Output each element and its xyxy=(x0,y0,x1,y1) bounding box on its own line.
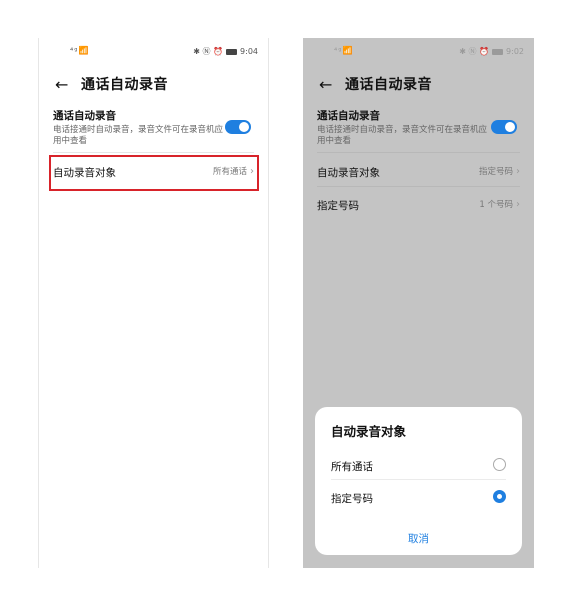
auto-record-setting[interactable]: 通话自动录音 电话接通时自动录音，录音文件可在录音机应用中查看 xyxy=(317,108,520,147)
header: ← 通话自动录音 xyxy=(319,74,432,94)
option-all-calls[interactable]: 所有通话 xyxy=(331,458,506,474)
page-title: 通话自动录音 xyxy=(345,77,432,93)
signal-icon: ⁴ᵍ📶 xyxy=(334,46,354,55)
status-bar: ⁴ᵍ📶 ✱ Ⓝ ⏰ 9:02 xyxy=(313,46,524,58)
highlight-box xyxy=(49,155,259,191)
divider xyxy=(317,186,520,187)
divider xyxy=(53,152,254,153)
auto-record-description: 电话接通时自动录音，录音文件可在录音机应用中查看 xyxy=(317,125,488,146)
status-time: 9:04 xyxy=(240,47,258,56)
back-arrow-icon[interactable]: ← xyxy=(319,75,341,94)
target-picker-sheet: 自动录音对象 所有通话 指定号码 取消 xyxy=(315,407,522,555)
chevron-right-icon: › xyxy=(516,199,520,210)
auto-record-label: 通话自动录音 xyxy=(53,110,116,122)
target-value: 指定号码 xyxy=(478,167,513,177)
status-bar: ⁴ᵍ📶 ✱ Ⓝ ⏰ 9:04 xyxy=(49,46,258,58)
settings-screen: ⁴ᵍ📶 ✱ Ⓝ ⏰ 9:04 ← 通话自动录音 通话自动录音 电话接通时自动录音… xyxy=(38,38,269,568)
chevron-right-icon: › xyxy=(516,166,520,177)
radio-unselected-icon[interactable] xyxy=(493,458,506,471)
battery-icon xyxy=(492,48,504,55)
auto-record-label: 通话自动录音 xyxy=(317,110,380,122)
option-specified-numbers[interactable]: 指定号码 xyxy=(331,490,506,506)
sheet-title: 自动录音对象 xyxy=(331,424,407,439)
cancel-button[interactable]: 取消 xyxy=(315,531,522,546)
auto-record-toggle[interactable] xyxy=(491,120,517,134)
numbers-value: 1 个号码 xyxy=(479,200,513,210)
status-icons: ✱ Ⓝ ⏰ xyxy=(459,47,490,56)
auto-record-setting[interactable]: 通话自动录音 电话接通时自动录音，录音文件可在录音机应用中查看 xyxy=(53,108,254,147)
status-time: 9:02 xyxy=(506,47,524,56)
page-title: 通话自动录音 xyxy=(81,77,168,93)
toggle-knob xyxy=(505,122,515,132)
divider xyxy=(331,479,506,480)
header: ← 通话自动录音 xyxy=(55,74,168,94)
numbers-label: 指定号码 xyxy=(317,200,359,212)
specified-numbers-item[interactable]: 指定号码 1 个号码 › xyxy=(317,198,520,213)
divider xyxy=(317,152,520,153)
radio-selected-icon[interactable] xyxy=(493,490,506,503)
auto-record-target-item[interactable]: 自动录音对象 指定号码 › xyxy=(317,165,520,180)
auto-record-toggle[interactable] xyxy=(225,120,251,134)
target-label: 自动录音对象 xyxy=(317,167,380,179)
auto-record-description: 电话接通时自动录音，录音文件可在录音机应用中查看 xyxy=(53,125,224,146)
signal-icon: ⁴ᵍ📶 xyxy=(70,46,90,55)
back-arrow-icon[interactable]: ← xyxy=(55,75,77,94)
settings-screen-dimmed: ⁴ᵍ📶 ✱ Ⓝ ⏰ 9:02 ← 通话自动录音 通话自动录音 电话接通时自动录音… xyxy=(303,38,534,568)
option-label: 指定号码 xyxy=(331,493,373,505)
battery-icon xyxy=(226,48,238,55)
option-label: 所有通话 xyxy=(331,461,373,473)
toggle-knob xyxy=(239,122,249,132)
status-icons: ✱ Ⓝ ⏰ xyxy=(193,47,224,56)
